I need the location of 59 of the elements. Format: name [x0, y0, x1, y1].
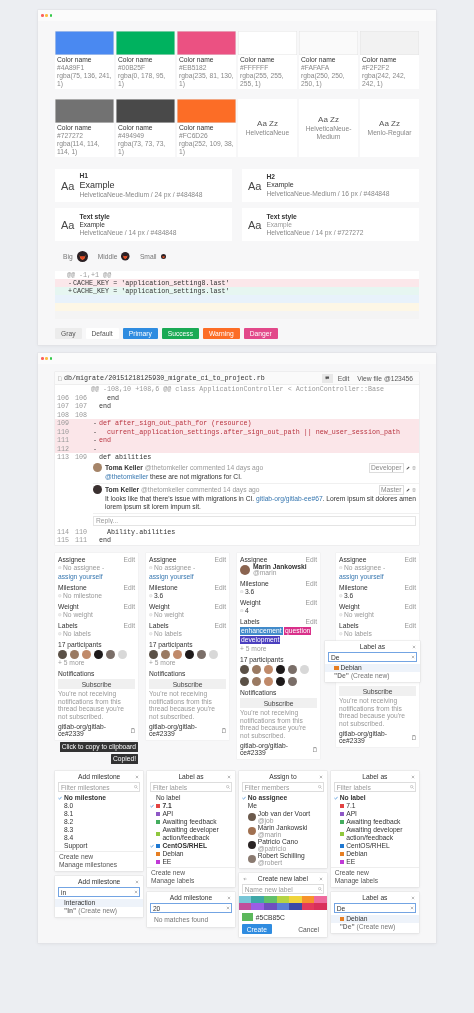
pencil-icon[interactable] [406, 488, 410, 492]
color-option[interactable] [238, 903, 252, 910]
search-icon [318, 785, 323, 789]
close-icon[interactable] [410, 774, 415, 779]
close-icon[interactable] [411, 655, 415, 659]
check-icon [58, 796, 62, 800]
trash-icon[interactable] [412, 466, 416, 470]
search-icon [134, 785, 139, 789]
color-option[interactable] [289, 903, 302, 910]
search-icon [226, 785, 231, 789]
avatar [93, 485, 102, 494]
avatar [240, 565, 250, 575]
check-icon [149, 844, 154, 848]
color-option[interactable] [301, 896, 315, 903]
color-option[interactable] [251, 896, 264, 903]
type-sample: Aa [61, 179, 75, 192]
search-icon [318, 887, 323, 891]
type-sample: Aa [61, 218, 75, 231]
type-sample: Aa [248, 218, 262, 231]
avatar [93, 463, 102, 472]
color-option[interactable] [264, 896, 277, 903]
comment-icon [325, 376, 330, 380]
trash-icon[interactable] [412, 488, 416, 492]
back-arrow-icon[interactable] [242, 876, 247, 881]
color-option[interactable] [251, 903, 264, 910]
fox-icon [76, 251, 88, 262]
clipboard-icon[interactable] [313, 746, 317, 752]
clipboard-icon[interactable] [412, 734, 416, 740]
example-text: Example [79, 180, 116, 191]
file-icon [58, 375, 62, 381]
color-option[interactable] [314, 896, 328, 903]
color-option[interactable] [276, 896, 290, 903]
font-sample: Aa Zz [379, 118, 400, 129]
close-icon[interactable] [227, 895, 232, 900]
fox-icon [160, 254, 166, 259]
close-icon[interactable] [319, 774, 324, 779]
clipboard-icon[interactable] [222, 727, 226, 733]
color-option[interactable] [276, 903, 290, 910]
close-icon[interactable] [319, 876, 324, 881]
color-option[interactable] [238, 896, 252, 903]
color-option[interactable] [314, 903, 328, 910]
check-icon [149, 804, 154, 808]
color-option[interactable] [264, 903, 277, 910]
color-option[interactable] [301, 903, 315, 910]
color-option[interactable] [289, 896, 302, 903]
close-icon[interactable] [227, 774, 232, 779]
type-sample: Aa [248, 179, 262, 192]
font-sample: Aa Zz [318, 114, 339, 125]
close-icon[interactable] [410, 895, 415, 900]
check-icon [241, 796, 246, 800]
close-icon[interactable] [135, 774, 140, 779]
search-icon [409, 785, 414, 789]
comment-toggle-button[interactable] [322, 373, 333, 383]
fox-icon [121, 252, 130, 261]
pencil-icon[interactable] [406, 466, 410, 470]
check-icon [333, 796, 338, 800]
close-icon[interactable] [135, 879, 140, 884]
font-sample: Aa Zz [257, 118, 278, 129]
clipboard-icon[interactable] [131, 727, 135, 733]
